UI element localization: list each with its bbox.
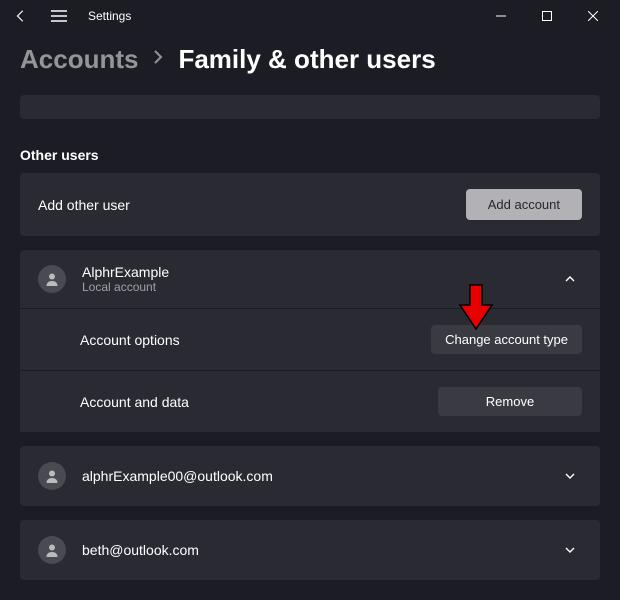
add-user-card: Add other user Add account	[20, 173, 600, 236]
section-heading: Other users	[20, 147, 600, 163]
user-card-collapsed-1[interactable]: alphrExample00@outlook.com	[20, 446, 600, 506]
titlebar-left: Settings	[4, 1, 478, 31]
account-data-row: Account and data Remove	[20, 370, 600, 432]
content: Accounts Family & other users Other user…	[0, 32, 620, 600]
remove-button[interactable]: Remove	[438, 387, 582, 416]
window-controls	[478, 1, 616, 31]
hamburger-menu-button[interactable]	[42, 1, 76, 31]
user-card-collapsed-2[interactable]: beth@outlook.com	[20, 520, 600, 580]
back-button[interactable]	[4, 1, 38, 31]
account-data-label: Account and data	[80, 394, 189, 410]
account-options-row: Account options Change account type	[20, 308, 600, 370]
chevron-down-icon	[558, 538, 582, 562]
user-card-expanded[interactable]: AlphrExample Local account	[20, 250, 600, 308]
chevron-down-icon	[558, 464, 582, 488]
account-options-label: Account options	[80, 332, 180, 348]
user-details: AlphrExample Local account	[82, 264, 169, 294]
user-name: AlphrExample	[82, 264, 169, 280]
user-info: AlphrExample Local account	[38, 264, 169, 294]
user-info: beth@outlook.com	[38, 536, 199, 564]
minimize-button[interactable]	[478, 1, 524, 31]
chevron-right-icon	[152, 49, 164, 70]
avatar-icon	[38, 265, 66, 293]
breadcrumb: Accounts Family & other users	[20, 44, 600, 75]
maximize-button[interactable]	[524, 1, 570, 31]
prior-card-edge	[20, 95, 600, 119]
close-button[interactable]	[570, 1, 616, 31]
avatar-icon	[38, 462, 66, 490]
chevron-up-icon	[558, 267, 582, 291]
add-user-label: Add other user	[38, 197, 130, 213]
user-email: beth@outlook.com	[82, 542, 199, 558]
window-title: Settings	[88, 9, 131, 23]
breadcrumb-parent[interactable]: Accounts	[20, 44, 138, 75]
avatar-icon	[38, 536, 66, 564]
user-subtitle: Local account	[82, 280, 169, 294]
titlebar: Settings	[0, 0, 620, 32]
add-account-button[interactable]: Add account	[466, 189, 582, 220]
change-account-type-button[interactable]: Change account type	[431, 325, 582, 354]
breadcrumb-current: Family & other users	[178, 44, 435, 75]
user-info: alphrExample00@outlook.com	[38, 462, 273, 490]
user-email: alphrExample00@outlook.com	[82, 468, 273, 484]
